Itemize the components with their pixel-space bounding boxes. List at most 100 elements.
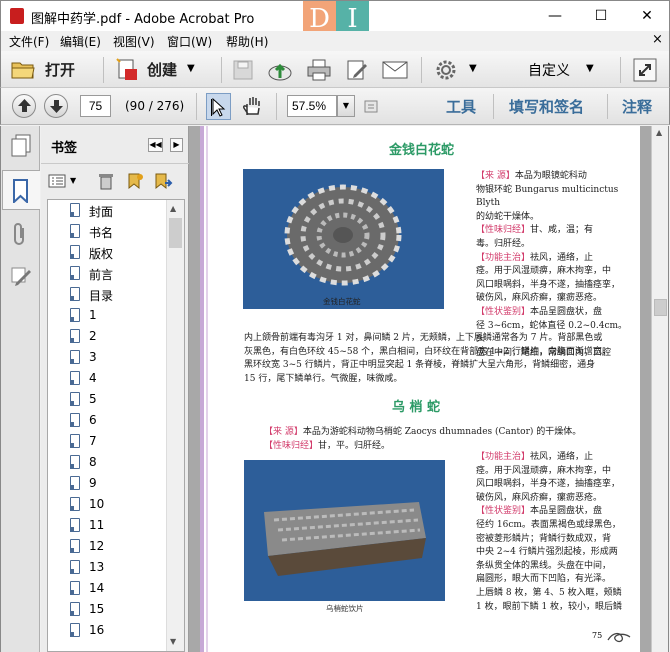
- text-line: 痉。用于风湿顽痹，麻木拘挛，中: [476, 465, 612, 476]
- bookmark-page-icon: [70, 413, 80, 427]
- bookmark-item[interactable]: 3: [48, 347, 184, 368]
- bookmark-item[interactable]: 封面: [48, 200, 184, 221]
- zoom-options-icon[interactable]: [363, 98, 379, 114]
- bookmark-item[interactable]: 10: [48, 494, 184, 515]
- menu-bar: 文件(F) 编辑(E) 视图(V) 窗口(W) 帮助(H) ×: [0, 31, 670, 51]
- customize-chevron-down-icon[interactable]: ▼: [586, 63, 594, 74]
- fill-sign-pane-link[interactable]: 填写和签名: [509, 96, 584, 117]
- scroll-up-icon[interactable]: ▲: [170, 204, 176, 213]
- page-margin-stripe: [200, 126, 204, 652]
- gear-icon[interactable]: [435, 59, 457, 81]
- bookmark-item[interactable]: 2: [48, 326, 184, 347]
- menu-help[interactable]: 帮助(H): [226, 33, 268, 50]
- previous-page-button[interactable]: [12, 94, 36, 118]
- new-bookmark-icon[interactable]: [126, 172, 144, 190]
- window-title: 图解中药学.pdf - Adobe Acrobat Pro: [31, 12, 255, 27]
- edit-document-icon[interactable]: [345, 58, 369, 82]
- close-button[interactable]: ✕: [624, 1, 670, 32]
- folder-icon: [11, 62, 35, 79]
- bookmark-scroll-thumb[interactable]: [169, 218, 182, 248]
- customize-dropdown[interactable]: 自定义: [528, 60, 570, 80]
- bookmarks-toolbar: ▼: [41, 165, 189, 197]
- expand-bookmark-icon[interactable]: [153, 172, 173, 190]
- menu-view[interactable]: 视图(V): [113, 33, 155, 50]
- coiled-snake-illustration: [284, 184, 402, 286]
- bookmark-options-icon[interactable]: [48, 174, 66, 188]
- settings-chevron-down-icon[interactable]: ▼: [469, 63, 477, 74]
- toolbar-divider: [221, 57, 222, 83]
- collapse-panel-icon[interactable]: ◀◀: [148, 138, 163, 152]
- bookmark-label: 6: [89, 413, 97, 427]
- save-icon[interactable]: [232, 59, 254, 81]
- bookmark-page-icon: [70, 539, 80, 553]
- cloud-upload-icon[interactable]: [267, 58, 293, 82]
- bookmark-item[interactable]: 目录: [48, 284, 184, 305]
- bookmarks-tab[interactable]: [2, 170, 40, 210]
- bookmark-item[interactable]: 12: [48, 536, 184, 557]
- fullscreen-icon[interactable]: [633, 58, 657, 82]
- next-page-button[interactable]: [44, 94, 68, 118]
- menu-window[interactable]: 窗口(W): [167, 33, 212, 50]
- zoom-input[interactable]: [287, 95, 337, 117]
- document-close-icon[interactable]: ×: [652, 32, 663, 47]
- menu-file[interactable]: 文件(F): [9, 33, 49, 50]
- select-tool-button[interactable]: [206, 93, 231, 120]
- bookmark-label: 16: [89, 623, 105, 637]
- toolbar-divider: [620, 57, 621, 83]
- toolbar-divider: [421, 57, 422, 83]
- acrobat-app-icon[interactable]: [10, 8, 24, 24]
- bookmark-item[interactable]: 11: [48, 515, 184, 536]
- hand-tool-icon[interactable]: [241, 95, 263, 117]
- text-line: 1 枚，眼前下鳞 1 枚，较小，眼后鳞: [476, 601, 623, 612]
- minimize-button[interactable]: —: [532, 1, 578, 32]
- text-line: 破伤风，麻风疥癣，瘰疬恶疮。: [476, 492, 603, 503]
- bookmark-item[interactable]: 版权: [48, 242, 184, 263]
- menu-edit[interactable]: 编辑(E): [60, 33, 101, 50]
- options-chevron-down-icon[interactable]: ▼: [70, 176, 76, 185]
- bookmark-item[interactable]: 书名: [48, 221, 184, 242]
- scroll-down-icon[interactable]: ▼: [170, 637, 176, 646]
- bookmark-page-icon: [70, 518, 80, 532]
- bookmark-page-icon: [70, 476, 80, 490]
- page-number-input[interactable]: [80, 95, 111, 117]
- bookmark-item[interactable]: 6: [48, 410, 184, 431]
- maximize-button[interactable]: ☐: [578, 1, 624, 32]
- bookmark-item[interactable]: 14: [48, 578, 184, 599]
- tools-pane-link[interactable]: 工具: [446, 96, 476, 117]
- email-icon[interactable]: [382, 61, 408, 79]
- document-scrollbar[interactable]: ▲: [651, 126, 669, 652]
- bookmark-page-icon: [70, 224, 80, 238]
- bookmark-item[interactable]: 16: [48, 620, 184, 641]
- dried-snake-photo: 乌梢蛇饮片: [244, 460, 445, 613]
- bookmark-item[interactable]: 13: [48, 557, 184, 578]
- text-line: 径约 16cm。表面黑褐色或绿黑色，: [476, 519, 621, 530]
- bookmark-list-scrollbar[interactable]: ▲ ▼: [166, 200, 184, 651]
- zoom-dropdown-chevron-icon[interactable]: ▼: [337, 95, 355, 117]
- panel-forward-icon[interactable]: ▶: [170, 138, 183, 152]
- bookmark-item[interactable]: 5: [48, 389, 184, 410]
- doc-scroll-up-icon[interactable]: ▲: [656, 128, 662, 137]
- print-icon[interactable]: [306, 58, 332, 82]
- bookmark-item[interactable]: 8: [48, 452, 184, 473]
- arrow-down-icon: [50, 100, 63, 113]
- bookmark-item[interactable]: 7: [48, 431, 184, 452]
- bookmark-item[interactable]: 前言: [48, 263, 184, 284]
- page-thumbnails-icon[interactable]: [10, 134, 32, 158]
- create-button[interactable]: 创建 ▼: [113, 57, 197, 83]
- arrow-up-icon: [18, 99, 31, 112]
- doc-scroll-thumb[interactable]: [654, 299, 667, 316]
- bookmark-item[interactable]: 1: [48, 305, 184, 326]
- bookmark-item[interactable]: 15: [48, 599, 184, 620]
- pdf-page[interactable]: 金钱白花蛇 金钱白花蛇 【来 源】本品为眼镜蛇科动 物银环蛇 Bungarus …: [200, 126, 640, 652]
- bookmark-item[interactable]: 4: [48, 368, 184, 389]
- open-button[interactable]: 打开: [9, 57, 89, 83]
- bookmark-label: 目录: [89, 289, 114, 303]
- bookmark-label: 11: [89, 518, 105, 532]
- comment-pane-link[interactable]: 注释: [622, 96, 652, 117]
- delete-bookmark-trash-icon[interactable]: [98, 172, 114, 190]
- dried-snake-illustration: [264, 502, 426, 576]
- attachments-paperclip-icon[interactable]: [10, 222, 30, 248]
- signatures-icon[interactable]: [10, 264, 32, 286]
- bookmark-item[interactable]: 9: [48, 473, 184, 494]
- document-view[interactable]: 金钱白花蛇 金钱白花蛇 【来 源】本品为眼镜蛇科动 物银环蛇 Bungarus …: [189, 126, 651, 652]
